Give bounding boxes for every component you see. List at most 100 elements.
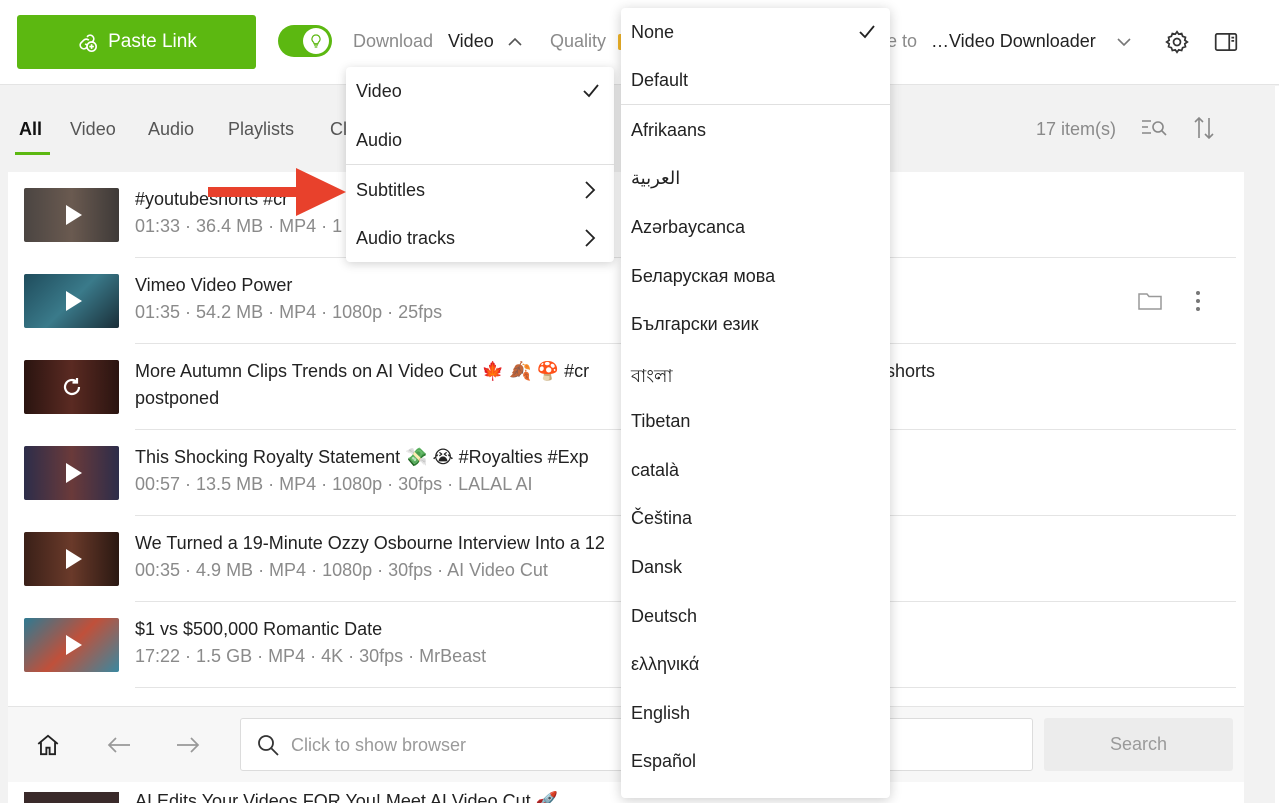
chevron-right-icon	[585, 229, 596, 247]
gear-icon	[1165, 30, 1189, 54]
search-icon	[258, 735, 279, 756]
item-meta: 00:57 · 13.5 MB · MP4 · 1080p · 30fps · …	[135, 474, 533, 494]
item-title: This Shocking Royalty Statement 💸 😭 #Roy…	[135, 447, 589, 467]
language-item-none[interactable]: None	[621, 8, 890, 56]
play-icon	[65, 463, 82, 483]
folder-icon	[1138, 293, 1162, 310]
menu-item-audio[interactable]: Audio	[346, 116, 614, 164]
item-meta: 01:35 · 54.2 MB · MP4 · 1080p · 25fps	[135, 302, 443, 322]
reload-icon	[63, 378, 80, 396]
item-meta: 17:22 · 1.5 GB · MP4 · 4K · 30fps · MrBe…	[135, 646, 487, 666]
language-label: Čeština	[631, 508, 693, 528]
language-item[interactable]: Беларуская мова	[621, 252, 890, 300]
sort-icon	[1194, 116, 1214, 140]
subtitle-language-menu: None Default Afrikaans العربية Azərbayca…	[621, 8, 890, 798]
item-title: We Turned a 19-Minute Ozzy Osbourne Inte…	[135, 533, 605, 553]
language-item[interactable]: বাংলা	[621, 348, 890, 396]
language-label: Беларуская мова	[631, 266, 776, 286]
link-plus-icon	[79, 34, 98, 52]
language-item[interactable]: العربية	[621, 154, 890, 202]
download-label: Download	[353, 31, 434, 51]
item-meta: 00:35 · 4.9 MB · MP4 · 1080p · 30fps · A…	[135, 560, 548, 580]
menu-item-label: Audio tracks	[356, 228, 456, 248]
language-label: বাংলা	[631, 366, 673, 386]
checkmark-icon	[859, 25, 875, 39]
menu-item-subtitles[interactable]: Subtitles	[346, 166, 614, 214]
menu-divider	[621, 104, 890, 105]
language-label: None	[631, 22, 675, 42]
video-thumbnail	[24, 188, 119, 242]
item-status: postponed	[135, 388, 220, 408]
play-icon	[65, 635, 82, 655]
smart-mode-toggle[interactable]	[278, 25, 332, 57]
paste-link-button[interactable]: Paste Link	[17, 15, 256, 69]
open-folder-button[interactable]	[1136, 287, 1164, 315]
download-type-select[interactable]: Video	[448, 31, 494, 52]
lightbulb-icon	[311, 34, 321, 48]
save-to-label: e to	[887, 31, 918, 51]
menu-item-label: Subtitles	[356, 180, 426, 200]
language-label: ελληνικά	[631, 654, 700, 674]
language-item[interactable]: Azərbaycanca	[621, 203, 890, 251]
forward-button[interactable]	[174, 731, 202, 759]
language-item[interactable]: Български език	[621, 300, 890, 348]
language-item[interactable]: Deutsch	[621, 592, 890, 640]
language-item-default[interactable]: Default	[621, 56, 890, 104]
language-item[interactable]: Afrikaans	[621, 106, 890, 154]
menu-item-label: Audio	[356, 130, 403, 150]
download-type-menu: Video Audio Subtitles Audio tracks	[346, 67, 614, 262]
menu-item-audio-tracks[interactable]: Audio tracks	[346, 214, 614, 262]
search-button[interactable]: Search	[1044, 718, 1233, 771]
sidebar-icon	[1214, 33, 1238, 51]
quality-label: Quality	[550, 31, 607, 51]
language-item[interactable]: Tibetan	[621, 397, 890, 445]
menu-item-label: Video	[356, 81, 402, 101]
language-item[interactable]: ελληνικά	[621, 640, 890, 688]
tab-audio[interactable]: Audio	[148, 119, 194, 140]
home-button[interactable]	[34, 731, 62, 759]
item-title-tail: shorts	[886, 361, 936, 381]
checkmark-icon	[583, 84, 599, 98]
language-label: Azərbaycanca	[631, 217, 746, 237]
tab-playlists[interactable]: Playlists	[228, 119, 294, 140]
tab-video[interactable]: Video	[70, 119, 116, 140]
save-folder-select[interactable]: …Video Downloader	[931, 31, 1096, 52]
video-thumbnail	[24, 532, 119, 586]
language-item[interactable]: Español	[621, 737, 890, 785]
video-thumbnail	[24, 792, 119, 803]
chevron-right-icon	[585, 181, 596, 199]
back-button[interactable]	[105, 731, 133, 759]
more-vertical-icon	[1196, 291, 1200, 311]
more-options-button[interactable]	[1184, 287, 1212, 315]
language-item[interactable]: Čeština	[621, 494, 890, 542]
video-thumbnail	[24, 274, 119, 328]
tab-channels[interactable]: Cl	[330, 119, 347, 140]
language-label: Dansk	[631, 557, 683, 577]
language-label: Deutsch	[631, 606, 698, 626]
play-icon	[65, 205, 82, 225]
language-label: Default	[631, 70, 689, 90]
chevron-up-icon[interactable]	[505, 32, 525, 52]
window-edge	[1275, 86, 1279, 803]
language-item[interactable]: English	[621, 689, 890, 737]
video-thumbnail	[24, 618, 119, 672]
list-search-icon	[1142, 120, 1167, 136]
annotation-arrow	[208, 168, 346, 216]
language-label: català	[631, 460, 680, 480]
language-item[interactable]: Dansk	[621, 543, 890, 591]
active-tab-indicator	[15, 152, 50, 155]
sidebar-toggle-button[interactable]	[1212, 28, 1240, 56]
tab-all[interactable]: All	[19, 119, 42, 140]
item-title: Vimeo Video Power	[135, 275, 293, 295]
menu-item-video[interactable]: Video	[346, 67, 614, 115]
language-item[interactable]: català	[621, 446, 890, 494]
settings-button[interactable]	[1163, 28, 1191, 56]
home-icon	[37, 734, 59, 756]
chevron-down-icon[interactable]	[1114, 32, 1134, 52]
item-meta: 01:33 · 36.4 MB · MP4 · 1	[135, 216, 343, 236]
language-label: Tibetan	[631, 411, 691, 431]
search-list-button[interactable]	[1140, 114, 1168, 142]
sort-button[interactable]	[1190, 114, 1218, 142]
language-label: Español	[631, 751, 697, 771]
item-title: AI Edits Your Videos FOR You! Meet AI Vi…	[135, 791, 558, 803]
